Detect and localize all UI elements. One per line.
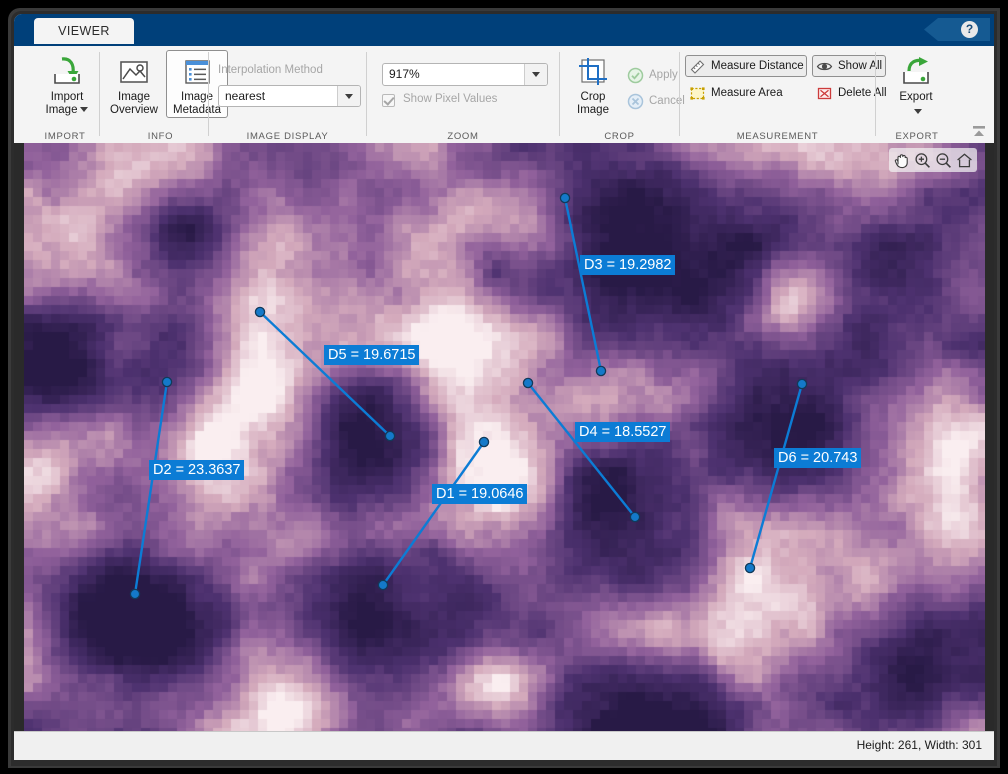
- crop-image-label-1: Crop: [581, 91, 606, 103]
- ribbon-group-zoom: 917% Show Pixel Values ZOOM: [368, 46, 558, 143]
- group-separator-3: [366, 52, 367, 136]
- crop-image-button[interactable]: Crop Image: [565, 50, 621, 118]
- measurement-label-d6[interactable]: D6 = 20.743: [774, 448, 861, 468]
- measurement-label-d4[interactable]: D4 = 18.5527: [575, 422, 670, 442]
- image-display-area[interactable]: D1 = 19.0646 D2 = 23.3637 D3 = 19.2982 D4 =…: [14, 143, 994, 731]
- crop-image-label-2: Image: [577, 104, 609, 116]
- delete-all-icon: [816, 85, 833, 102]
- ribbon-group-image-display: Interpolation Method nearest IMAGE DISPL…: [210, 46, 365, 143]
- export-label: Export: [899, 91, 932, 103]
- status-bar: Height: 261, Width: 301: [14, 731, 994, 760]
- restore-view-icon[interactable]: [955, 151, 974, 170]
- measure-area-icon: [689, 85, 706, 102]
- ribbon-group-info: Image Overview: [100, 46, 221, 143]
- apply-crop-label: Apply: [649, 69, 678, 81]
- apply-icon: [627, 67, 644, 84]
- crop-image-icon: [566, 55, 620, 89]
- ribbon-group-import-label: IMPORT: [24, 131, 106, 142]
- group-separator-6: [875, 52, 876, 136]
- interpolation-method-select[interactable]: nearest: [218, 85, 361, 107]
- axes-toolbar[interactable]: [889, 148, 977, 172]
- image-pixels: [24, 143, 985, 731]
- cancel-icon: [627, 93, 644, 110]
- show-pixel-values-check-icon: [382, 94, 395, 107]
- ruler-icon: [689, 58, 706, 75]
- pan-icon[interactable]: [892, 151, 911, 170]
- measure-area-label: Measure Area: [711, 87, 783, 99]
- group-separator-4: [559, 52, 560, 136]
- eye-icon: [816, 58, 833, 75]
- help-icon: ?: [961, 21, 978, 38]
- ribbon-group-measurement-label: MEASUREMENT: [681, 131, 874, 142]
- image-overview-icon: [104, 55, 164, 89]
- measurement-label-d2[interactable]: D2 = 23.3637: [149, 460, 244, 480]
- import-image-icon: [37, 55, 97, 89]
- application-window: VIEWER ?: [0, 0, 1008, 774]
- import-image-caret-icon[interactable]: [80, 107, 88, 112]
- measurement-label-d1[interactable]: D1 = 19.0646: [432, 484, 527, 504]
- export-caret-icon[interactable]: [914, 109, 922, 114]
- ribbon-group-crop-label: CROP: [561, 131, 678, 142]
- image-overview-button[interactable]: Image Overview: [103, 50, 165, 118]
- image-overview-label-1: Image: [118, 91, 150, 103]
- measurement-label-d5[interactable]: D5 = 19.6715: [324, 345, 419, 365]
- title-bar: VIEWER ?: [14, 14, 994, 44]
- apply-crop-button[interactable]: Apply: [623, 64, 679, 86]
- image-overview-label-2: Overview: [110, 104, 158, 116]
- export-button[interactable]: Export: [887, 50, 945, 118]
- ribbon-group-measurement: Measure Distance Measure: [681, 46, 874, 143]
- import-image-label-1: Import: [51, 91, 84, 103]
- tissue-histology-image[interactable]: D1 = 19.0646 D2 = 23.3637 D3 = 19.2982 D4 =…: [24, 143, 985, 731]
- show-pixel-values-checkbox[interactable]: Show Pixel Values: [382, 93, 497, 105]
- window-body: VIEWER ?: [14, 14, 994, 760]
- measure-area-button[interactable]: Measure Area: [685, 82, 807, 104]
- cancel-crop-button[interactable]: Cancel: [623, 90, 686, 112]
- zoom-out-icon[interactable]: [934, 151, 953, 170]
- show-pixel-values-label: Show Pixel Values: [403, 93, 497, 105]
- group-separator-2: [208, 52, 209, 136]
- ribbon-group-crop: Crop Image Apply: [561, 46, 678, 143]
- ribbon-group-image-display-label: IMAGE DISPLAY: [210, 131, 365, 142]
- zoom-in-icon[interactable]: [913, 151, 932, 170]
- group-separator-5: [679, 52, 680, 136]
- ribbon-toolbar: Import Image IMPORT: [14, 44, 994, 143]
- ribbon-group-zoom-label: ZOOM: [368, 131, 558, 142]
- ribbon-group-export: Export EXPORT: [877, 46, 957, 143]
- interpolation-method-value: nearest: [225, 89, 265, 103]
- tab-viewer[interactable]: VIEWER: [34, 18, 134, 44]
- zoom-chevron-down-icon[interactable]: [524, 64, 547, 85]
- import-image-button[interactable]: Import Image: [36, 50, 98, 118]
- import-image-label-2: Image: [46, 104, 78, 116]
- export-icon: [888, 55, 944, 89]
- measure-distance-label: Measure Distance: [711, 60, 804, 72]
- measurement-label-d3[interactable]: D3 = 19.2982: [580, 255, 675, 275]
- collapse-ribbon-icon[interactable]: [970, 124, 988, 140]
- help-button[interactable]: ?: [924, 18, 990, 41]
- measure-distance-button[interactable]: Measure Distance: [685, 55, 807, 77]
- zoom-level-value: 917%: [389, 67, 420, 81]
- ribbon-group-export-label: EXPORT: [877, 131, 957, 142]
- interpolation-chevron-down-icon[interactable]: [337, 86, 360, 106]
- image-size-status: Height: 261, Width: 301: [857, 738, 982, 752]
- tab-viewer-label: VIEWER: [58, 24, 110, 38]
- interpolation-method-label: Interpolation Method: [218, 64, 323, 76]
- zoom-level-select[interactable]: 917%: [382, 63, 548, 86]
- ribbon-group-import: Import Image IMPORT: [24, 46, 106, 143]
- ribbon-group-info-label: INFO: [100, 131, 221, 142]
